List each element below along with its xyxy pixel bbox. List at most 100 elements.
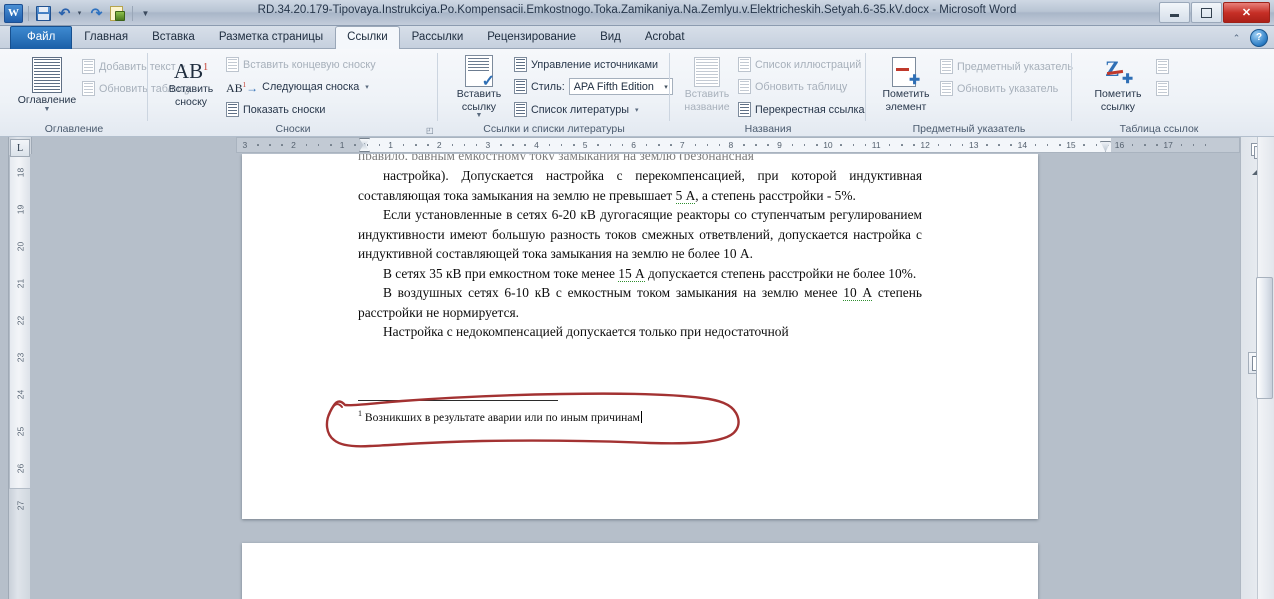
ruler-dot: [816, 144, 818, 146]
document-page-1[interactable]: правило, равным емкостному току замыкани…: [242, 154, 1038, 519]
ruler-dot: [864, 144, 867, 146]
update-index-button[interactable]: Обновить указатель: [940, 79, 1058, 98]
vruler-tick: 25: [15, 426, 26, 437]
ruler-tick: 1: [388, 140, 394, 150]
mark-citation-icon: Z ✚: [1105, 56, 1133, 86]
ruler-dot: [621, 144, 624, 146]
footnotes-dialog-launcher[interactable]: ◰: [426, 126, 435, 135]
next-footnote-button[interactable]: AB1→ Следующая сноска ▾: [226, 77, 369, 96]
ruler-tick: 12: [920, 140, 930, 150]
tab-разметка-страницы[interactable]: Разметка страницы: [207, 26, 335, 49]
insert-index-label: Предметный указатель: [957, 60, 1073, 73]
ruler-dot: [500, 144, 502, 146]
ruler-dot: [330, 144, 332, 146]
ruler-dot: [366, 144, 368, 146]
minimize-button[interactable]: [1159, 2, 1190, 23]
ruler-dot: [257, 144, 259, 146]
page-scroll-viewport[interactable]: правило, равным емкостному току замыкани…: [30, 154, 1240, 599]
vertical-scrollbar[interactable]: [1256, 137, 1274, 599]
ruler-dot: [463, 144, 466, 146]
scrollbar-thumb[interactable]: [1256, 277, 1273, 399]
tab-рецензирование[interactable]: Рецензирование: [475, 26, 588, 49]
ruler-dot: [415, 144, 417, 146]
ruler-dot: [451, 144, 454, 146]
tab-acrobat[interactable]: Acrobat: [633, 26, 697, 49]
tab-ссылки[interactable]: Ссылки: [335, 26, 400, 49]
insert-table-of-authorities-button[interactable]: [1156, 57, 1169, 76]
toc-button[interactable]: Оглавление ▼: [12, 57, 82, 113]
horizontal-ruler[interactable]: 3 2 1 1 2 3 4 5 6 7 8 9 10 11 12 13 14 15 16 17: [236, 137, 1240, 153]
table-of-contents-icon: [32, 57, 62, 93]
tab-вид[interactable]: Вид: [588, 26, 633, 49]
cross-reference-button[interactable]: Перекрестная ссылка: [738, 100, 865, 119]
paragraph-5: Настройка с недокомпенсацией допускается…: [358, 322, 922, 342]
ruler-tick: 2: [291, 140, 296, 150]
insert-footnote-button[interactable]: AB1 Вставить сноску: [160, 57, 222, 108]
chevron-down-icon: ▾: [664, 83, 668, 91]
bibliography-button[interactable]: Список литературы ▾: [514, 100, 638, 119]
tab-вставка[interactable]: Вставка: [140, 26, 207, 49]
table-of-figures-label: Список иллюстраций: [755, 58, 862, 71]
vruler-tick: 18: [15, 167, 26, 178]
vruler-tick: 24: [15, 389, 26, 400]
ruler-dot: [767, 144, 769, 146]
ruler-tick: 13: [969, 140, 979, 150]
ruler-dot: [670, 144, 672, 146]
manage-sources-label: Управление источниками: [531, 58, 659, 71]
update-table-of-authorities-button[interactable]: [1156, 79, 1169, 98]
document-page-2[interactable]: [242, 543, 1038, 599]
tab-stop-selector[interactable]: L: [10, 139, 30, 157]
ruler-tick: 9: [777, 140, 782, 150]
ruler-dot: [1059, 144, 1061, 146]
show-notes-button[interactable]: Показать сноски: [226, 100, 325, 119]
tab-главная[interactable]: Главная: [72, 26, 140, 49]
insert-endnote-icon: [226, 57, 239, 72]
text-run: допускается степень расстройки не более …: [644, 265, 917, 281]
ruler-dot: [658, 144, 660, 146]
insert-caption-button[interactable]: Вставить название: [676, 57, 738, 113]
ruler-tick: 11: [871, 140, 881, 150]
ruler-dot: [755, 144, 757, 146]
update-figures-table-label: Обновить таблицу: [755, 80, 848, 93]
close-button[interactable]: ✕: [1223, 2, 1270, 23]
next-footnote-label: Следующая сноска: [262, 80, 360, 93]
ruler-dot: [998, 144, 1000, 146]
insert-citation-button[interactable]: ✓ Вставить ссылку ▼: [448, 55, 510, 119]
restore-button[interactable]: [1191, 2, 1222, 23]
ruler-dot: [901, 144, 903, 146]
footnote-text[interactable]: 1 Возникших в результате аварии или по и…: [358, 406, 918, 425]
vertical-ruler[interactable]: 18 19 20 21 22 23 24 25 26 27: [8, 137, 32, 599]
citation-style-dropdown[interactable]: APA Fifth Edition ▾: [568, 78, 673, 95]
ruler-dot: [1144, 144, 1146, 146]
collapse-ribbon-icon[interactable]: ⌃: [1229, 31, 1244, 46]
tab-файл[interactable]: Файл: [10, 26, 73, 49]
footnote-separator: [358, 400, 558, 401]
bibliography-icon: [514, 102, 527, 117]
ruler-dot: [512, 144, 514, 146]
ruler-dot: [706, 144, 709, 146]
ruler-dot: [1095, 144, 1097, 146]
manage-sources-button[interactable]: Управление источниками: [514, 55, 658, 74]
document-body-text[interactable]: настройка). Допускается настройка с пере…: [358, 166, 922, 342]
insert-endnote-button[interactable]: Вставить концевую сноску: [226, 55, 376, 74]
window-title: RD.34.20.179-Tipovaya.Instrukciya.Po.Kom…: [257, 4, 1017, 16]
ruler-tick: 2: [436, 140, 442, 150]
insert-index-button[interactable]: Предметный указатель: [940, 57, 1073, 76]
ribbon-group-captions: Вставить название Список иллюстраций Обн…: [670, 49, 866, 137]
bibliography-label: Список литературы: [531, 103, 629, 116]
ruler-tick: 1: [339, 140, 345, 150]
table-of-figures-button[interactable]: Список иллюстраций: [738, 55, 861, 74]
help-icon[interactable]: ?: [1250, 29, 1268, 47]
title-bar: W ↶ ▾ ↷ ▼ RD.34.20.179-Tipovaya.Instrukc…: [0, 0, 1274, 26]
paragraph-4: В воздушных сетях 6-10 кВ с емкостным то…: [358, 283, 922, 322]
ruler-dot: [597, 144, 599, 146]
update-figures-table-button[interactable]: Обновить таблицу: [738, 77, 847, 96]
paragraph-3: В сетях 35 кВ при емкостном токе менее 1…: [358, 264, 922, 284]
window-controls: ✕: [1159, 2, 1270, 23]
mark-entry-button[interactable]: ✚ Пометить элемент: [874, 57, 938, 113]
ruler-tick: 16: [1114, 140, 1125, 150]
vruler-tick: 22: [15, 315, 26, 326]
tab-рассылки[interactable]: Рассылки: [400, 26, 476, 49]
ribbon-group-index: ✚ Пометить элемент Предметный указатель …: [866, 49, 1073, 137]
mark-citation-button[interactable]: Z ✚ Пометить ссылку: [1086, 57, 1150, 113]
